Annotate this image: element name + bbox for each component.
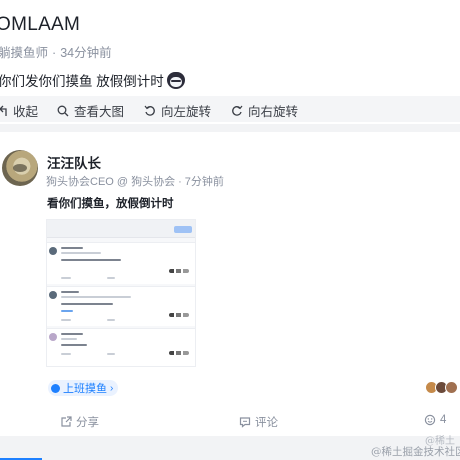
like-icon [424,414,436,426]
cat-face-emoji-icon [166,71,185,89]
username[interactable]: 汪汪队长 [47,152,101,172]
like-button[interactable]: 4 [424,414,446,426]
meta-separator: · [52,46,57,60]
thumb-avatar [49,291,57,299]
collapse-arrow-icon [0,105,7,116]
chevron-right-icon: › [110,382,114,394]
meta-separator: · [178,176,182,188]
action-bar: 分享 评论 4 [0,408,460,434]
watermark: @稀土掘金技术社区 [371,446,460,458]
thumb-line [61,303,113,305]
thumb-line [61,296,131,298]
magnifier-icon [57,105,69,116]
thumb-topbar [47,220,195,238]
reactor-avatars[interactable] [425,381,458,394]
thumb-line [61,277,71,279]
thumb-line [61,291,79,293]
thumb-line [61,319,71,321]
thumb-line [61,259,121,261]
rotate-left-button[interactable]: 向左旋转 [144,101,211,120]
thumb-line [107,353,115,355]
thumb-reactions [169,351,189,355]
reactor-avatar [445,381,458,394]
user-meta: 狗头协会CEO @ 狗头协会 · 7分钟前 [46,173,224,189]
user-title: 狗头协会CEO @ 狗头协会 [46,176,176,188]
thumb-reactions [169,269,189,273]
thumb-line [107,319,115,321]
comment-label: 评论 [255,417,278,429]
thumb-line [107,277,115,279]
comment-icon [239,417,251,428]
thumb-button [174,226,192,233]
post-time: 34分钟前 [60,46,112,60]
post-content-text: 你们发你们摸鱼 放假倒计时 [0,74,164,89]
comment-button[interactable]: 评论 [239,414,278,430]
image-toolbar: 收起 查看大图 向左旋转 向右旋转 [0,96,460,122]
topic-icon [51,383,60,393]
rotate-left-icon [144,105,155,116]
share-button[interactable]: 分享 [60,414,99,430]
thumb-line [61,353,71,355]
thumb-line [61,310,73,312]
pin-text: 看你们摸鱼，放假倒计时 [47,198,174,210]
thumb-post [47,328,195,366]
thumb-avatar [49,333,57,341]
topic-label: 上班摸鱼 [63,383,107,395]
thumb-post [47,286,195,326]
thumb-line [61,247,83,249]
user-avatar[interactable] [2,150,38,186]
topic-tag[interactable]: 上班摸鱼 › [48,380,119,396]
post-title: OMLAAM [0,14,81,35]
collapse-label: 收起 [13,105,39,119]
thumb-avatar [49,247,57,255]
post-author[interactable]: 躺摸鱼师 [0,46,48,60]
rotate-left-label: 向左旋转 [161,105,212,119]
like-count: 4 [440,414,447,426]
thumb-post [47,242,195,284]
thumb-line [61,338,77,340]
thumb-line [61,252,101,254]
rotate-right-button[interactable]: 向右旋转 [231,101,298,120]
section-divider [0,124,460,132]
thumb-line [61,344,87,346]
thumb-reactions [169,313,189,317]
rotate-right-icon [232,105,243,116]
pin-image-thumbnail[interactable] [46,219,196,367]
thumb-line [61,333,83,335]
view-large-button[interactable]: 查看大图 [57,101,124,120]
view-large-label: 查看大图 [74,105,125,119]
share-label: 分享 [76,417,99,429]
post-meta: 躺摸鱼师 · 34分钟前 [0,42,112,61]
rotate-right-label: 向右旋转 [248,105,299,119]
collapse-button[interactable]: 收起 [0,101,38,120]
post-content: 你们发你们摸鱼 放假倒计时 [0,70,185,90]
share-icon [61,416,72,427]
pin-time: 7分钟前 [184,176,224,188]
